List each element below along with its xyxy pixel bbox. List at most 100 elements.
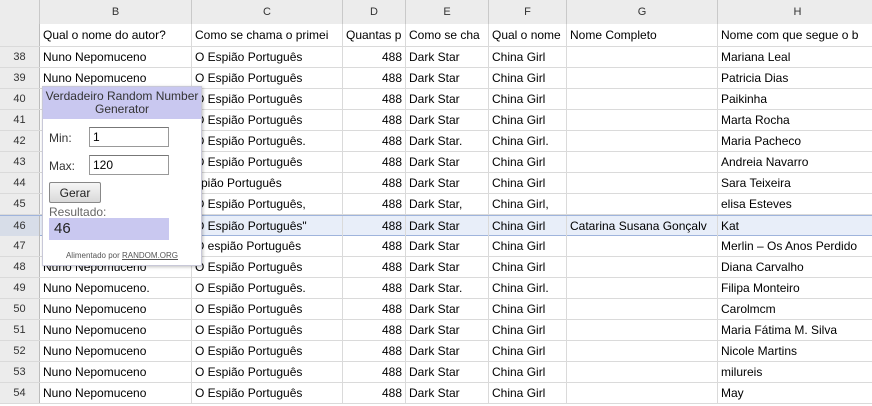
table-cell[interactable]: O Espião Português: [192, 68, 343, 88]
header-cell-h[interactable]: Nome com que segue o b: [718, 24, 872, 46]
table-cell[interactable]: Dark Star: [406, 341, 489, 361]
row-number[interactable]: 52: [0, 341, 40, 361]
table-cell[interactable]: China Girl: [489, 47, 567, 67]
table-cell[interactable]: China Girl: [489, 89, 567, 109]
table-cell[interactable]: O Espião Português: [192, 383, 343, 403]
table-cell[interactable]: May: [718, 383, 872, 403]
table-cell[interactable]: China Girl: [489, 110, 567, 130]
row-number[interactable]: 43: [0, 152, 40, 172]
table-cell[interactable]: China Girl: [489, 68, 567, 88]
table-cell[interactable]: Filipa Monteiro: [718, 278, 872, 298]
table-cell[interactable]: Sara Teixeira: [718, 173, 872, 193]
table-cell[interactable]: spião Português: [192, 173, 343, 193]
table-cell[interactable]: 488: [343, 278, 406, 298]
table-cell[interactable]: O Espião Português: [192, 320, 343, 340]
table-cell[interactable]: China Girl: [489, 341, 567, 361]
table-cell[interactable]: [567, 257, 718, 277]
table-cell[interactable]: 488: [343, 194, 406, 214]
table-cell[interactable]: [567, 110, 718, 130]
table-cell[interactable]: Dark Star: [406, 173, 489, 193]
row-number[interactable]: 39: [0, 68, 40, 88]
column-header-b[interactable]: B: [40, 0, 192, 24]
table-cell[interactable]: Dark Star: [406, 152, 489, 172]
table-cell[interactable]: O Espião Português: [192, 152, 343, 172]
table-cell[interactable]: 488: [343, 257, 406, 277]
table-cell[interactable]: milureis: [718, 362, 872, 382]
row-number[interactable]: 47: [0, 236, 40, 256]
row-number[interactable]: 48: [0, 257, 40, 277]
table-cell[interactable]: Dark Star: [406, 383, 489, 403]
row-number[interactable]: 46: [0, 216, 40, 236]
table-cell[interactable]: Maria Pacheco: [718, 131, 872, 151]
table-cell[interactable]: [567, 47, 718, 67]
table-cell[interactable]: [567, 68, 718, 88]
table-cell[interactable]: Mariana Leal: [718, 47, 872, 67]
row-number[interactable]: [0, 24, 40, 46]
table-cell[interactable]: China Girl: [489, 236, 567, 256]
row-number[interactable]: 49: [0, 278, 40, 298]
table-cell[interactable]: [567, 89, 718, 109]
table-cell[interactable]: Nuno Nepomuceno: [40, 47, 192, 67]
table-cell[interactable]: [567, 236, 718, 256]
table-cell[interactable]: China Girl: [489, 383, 567, 403]
row-number[interactable]: 40: [0, 89, 40, 109]
table-cell[interactable]: Maria Fátima M. Silva: [718, 320, 872, 340]
table-cell[interactable]: China Girl: [489, 320, 567, 340]
table-cell[interactable]: 488: [343, 152, 406, 172]
table-cell[interactable]: [567, 173, 718, 193]
table-cell[interactable]: [567, 341, 718, 361]
table-cell[interactable]: [567, 383, 718, 403]
table-cell[interactable]: Dark Star: [406, 47, 489, 67]
table-cell[interactable]: [567, 320, 718, 340]
table-cell[interactable]: Dark Star: [406, 216, 489, 236]
table-cell[interactable]: Catarina Susana Gonçalv: [567, 216, 718, 236]
table-cell[interactable]: Dark Star.: [406, 131, 489, 151]
table-cell[interactable]: O Espião Português: [192, 110, 343, 130]
table-cell[interactable]: China Girl.: [489, 278, 567, 298]
table-cell[interactable]: Diana Carvalho: [718, 257, 872, 277]
table-cell[interactable]: Nuno Nepomuceno: [40, 383, 192, 403]
min-input[interactable]: [89, 127, 169, 147]
column-header-g[interactable]: G: [567, 0, 718, 24]
column-header-h[interactable]: H: [718, 0, 872, 24]
table-cell[interactable]: Carolmcm: [718, 299, 872, 319]
table-cell[interactable]: China Girl: [489, 299, 567, 319]
row-number[interactable]: 53: [0, 362, 40, 382]
table-cell[interactable]: O Espião Português.: [192, 278, 343, 298]
table-cell[interactable]: 488: [343, 47, 406, 67]
table-cell[interactable]: 488: [343, 131, 406, 151]
table-cell[interactable]: Nuno Nepomuceno: [40, 68, 192, 88]
header-cell-b[interactable]: Qual o nome do autor?: [40, 24, 192, 46]
table-cell[interactable]: Dark Star.: [406, 278, 489, 298]
table-cell[interactable]: O Espião Português.: [192, 131, 343, 151]
table-cell[interactable]: Andreia Navarro: [718, 152, 872, 172]
random-org-link[interactable]: RANDOM.ORG: [122, 251, 178, 260]
table-cell[interactable]: 488: [343, 89, 406, 109]
table-cell[interactable]: O Espião Português: [192, 257, 343, 277]
table-cell[interactable]: O Espião Português: [192, 299, 343, 319]
column-header-f[interactable]: F: [489, 0, 567, 24]
table-cell[interactable]: 488: [343, 68, 406, 88]
column-header-d[interactable]: D: [343, 0, 406, 24]
table-cell[interactable]: O Espião Português: [192, 362, 343, 382]
table-cell[interactable]: Paikinha: [718, 89, 872, 109]
table-cell[interactable]: Nicole Martins: [718, 341, 872, 361]
header-cell-f[interactable]: Qual o nome: [489, 24, 567, 46]
table-cell[interactable]: Dark Star: [406, 68, 489, 88]
table-cell[interactable]: [567, 194, 718, 214]
generate-button[interactable]: Gerar: [49, 182, 101, 203]
table-cell[interactable]: 488: [343, 341, 406, 361]
table-cell[interactable]: Dark Star: [406, 236, 489, 256]
row-number[interactable]: 45: [0, 194, 40, 214]
table-cell[interactable]: 488: [343, 173, 406, 193]
table-cell[interactable]: China Girl: [489, 152, 567, 172]
table-cell[interactable]: Marta Rocha: [718, 110, 872, 130]
table-cell[interactable]: Kat: [718, 216, 872, 236]
table-cell[interactable]: O Espião Português: [192, 89, 343, 109]
select-all-corner[interactable]: [0, 0, 40, 24]
header-cell-c[interactable]: Como se chama o primei: [192, 24, 343, 46]
table-cell[interactable]: Dark Star: [406, 320, 489, 340]
table-cell[interactable]: 488: [343, 236, 406, 256]
row-number[interactable]: 44: [0, 173, 40, 193]
table-cell[interactable]: [567, 152, 718, 172]
